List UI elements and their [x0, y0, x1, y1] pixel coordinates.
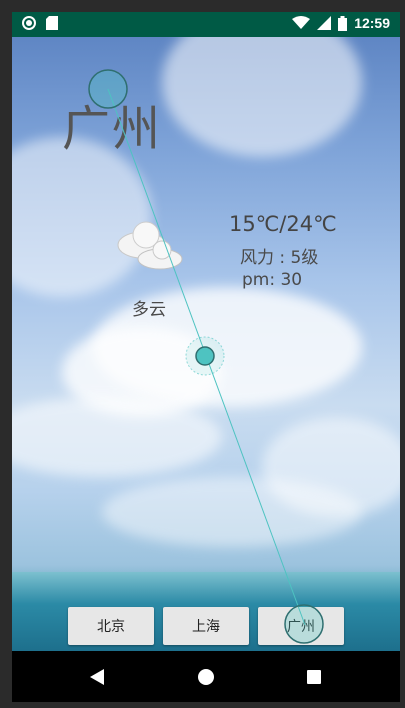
battery-icon — [338, 15, 348, 31]
pm-value: pm: 30 — [242, 270, 303, 290]
home-icon[interactable] — [198, 669, 214, 685]
weather-description: 多云 — [132, 300, 166, 320]
city-button-shanghai[interactable]: 上海 — [163, 607, 249, 645]
wind-level: 风力 : 5级 — [240, 248, 319, 268]
navigation-bar — [12, 651, 400, 702]
signal-icon — [317, 16, 332, 30]
status-time: 12:59 — [354, 15, 390, 31]
back-icon[interactable] — [90, 669, 104, 685]
wifi-icon — [292, 16, 311, 29]
city-name: 广州 — [62, 101, 163, 157]
weather-screen: 广州 15℃/24℃ 风力 : 5级 pm: 30 多云 北京 上海 广州 — [12, 37, 400, 651]
recents-icon[interactable] — [307, 670, 321, 684]
sd-card-icon — [46, 16, 58, 30]
status-bar: 12:59 — [12, 12, 400, 37]
cloudy-icon — [117, 221, 183, 270]
temperature-range: 15℃/24℃ — [229, 212, 337, 236]
record-icon — [22, 16, 36, 30]
city-button-guangzhou[interactable]: 广州 — [258, 607, 344, 645]
city-button-beijing[interactable]: 北京 — [68, 607, 154, 645]
phone-screen: 12:59 广州 15℃/24℃ 风力 : 5级 pm: 30 多云 北京 上海… — [12, 12, 400, 702]
